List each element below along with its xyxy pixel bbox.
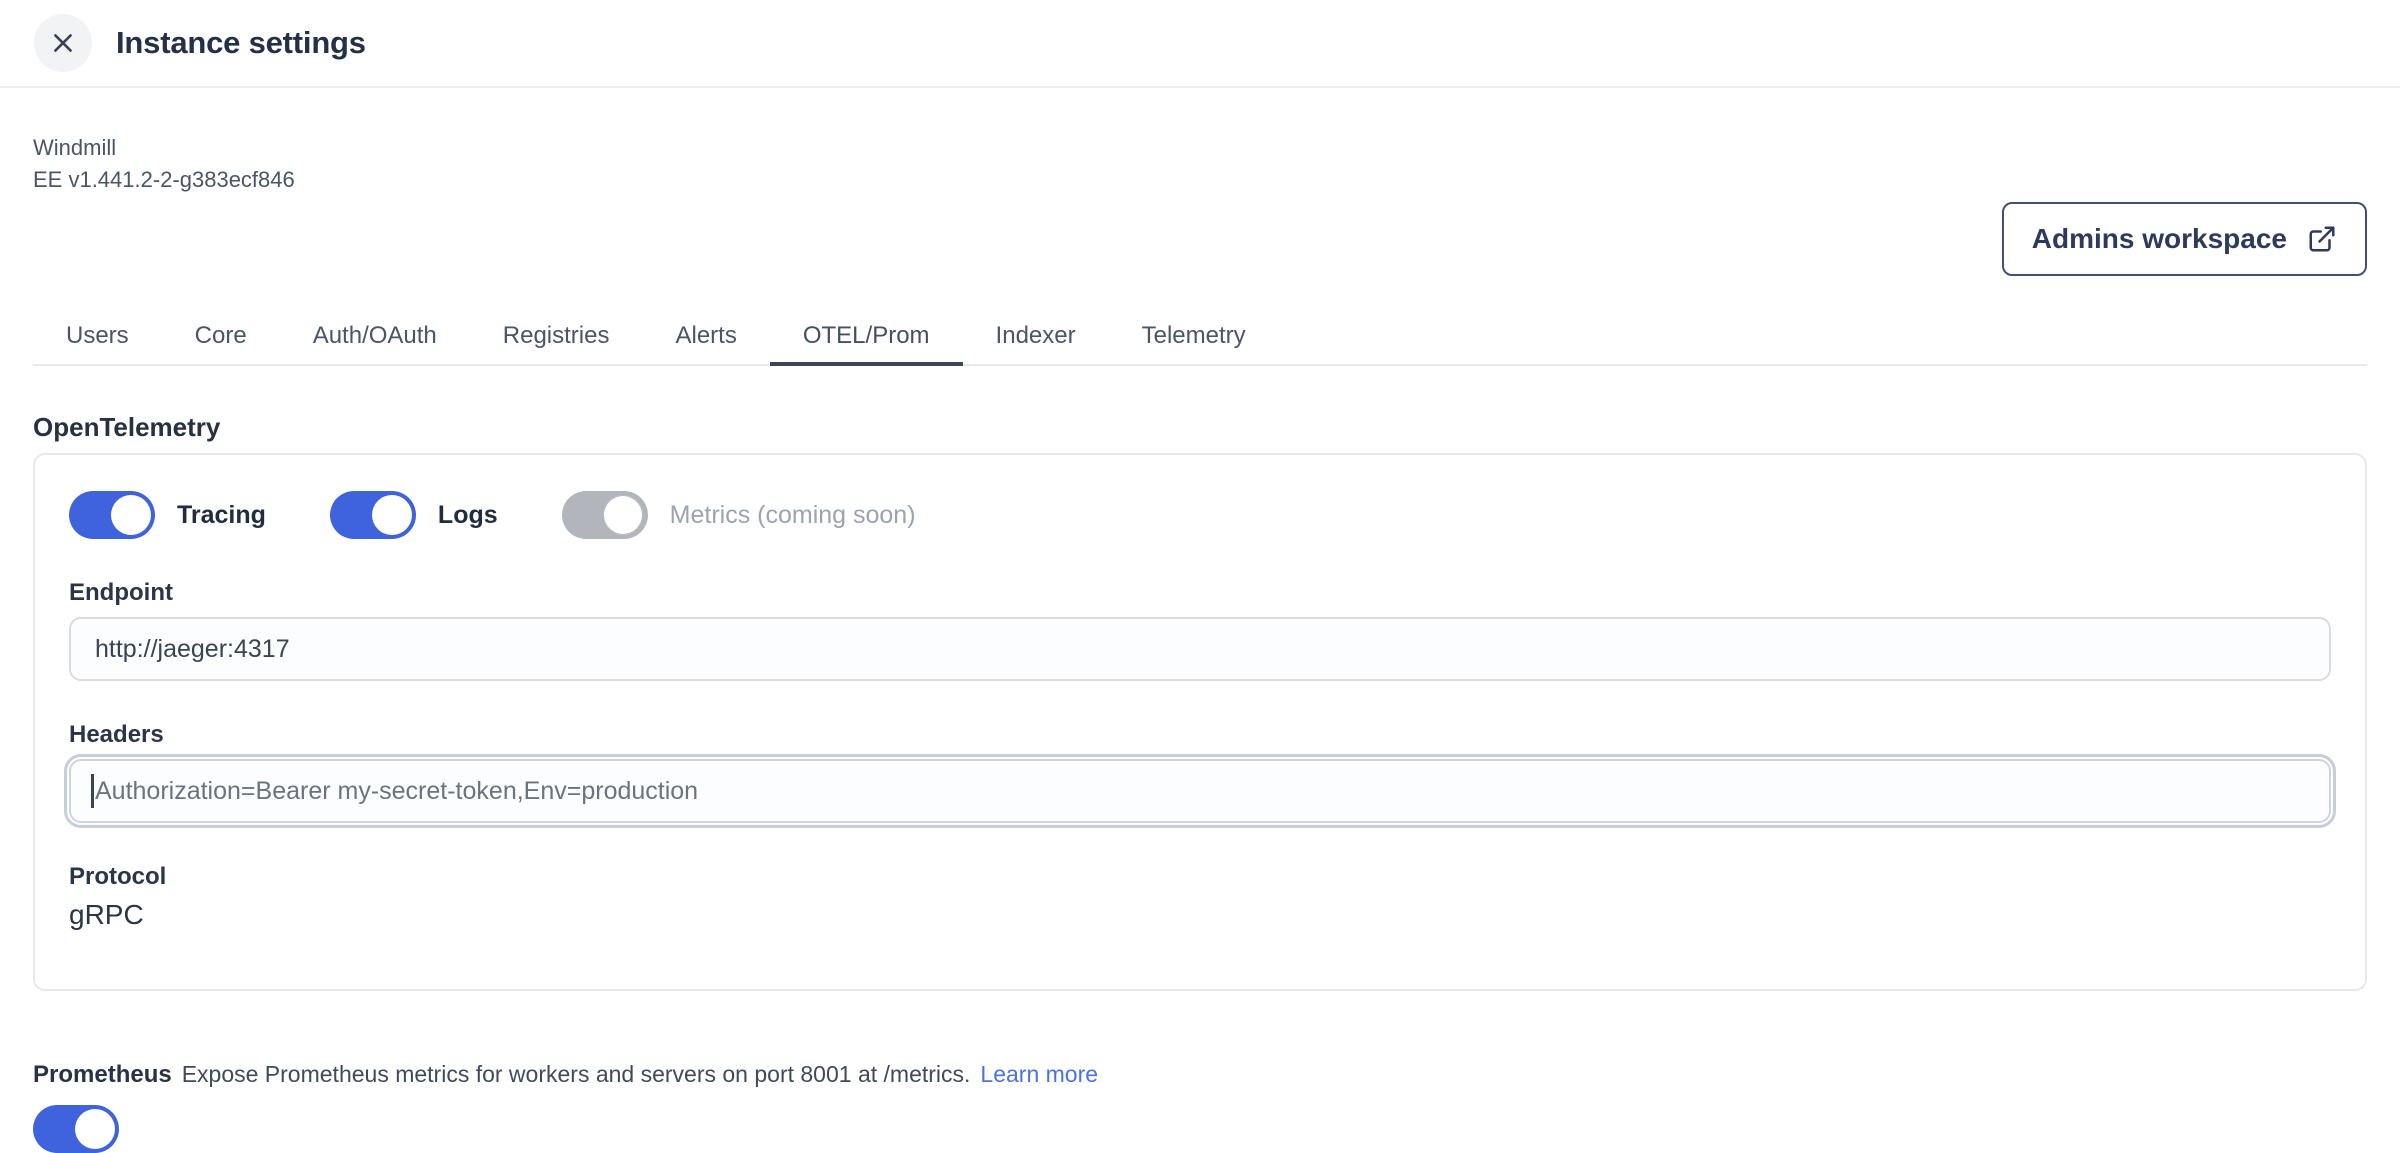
tracing-toggle-group: Tracing — [69, 491, 266, 539]
tracing-toggle[interactable] — [69, 491, 155, 539]
admins-workspace-label: Admins workspace — [2032, 223, 2287, 255]
prometheus-description: Expose Prometheus metrics for workers an… — [182, 1061, 971, 1088]
protocol-label: Protocol — [69, 863, 2331, 891]
toggle-knob — [75, 1109, 115, 1149]
endpoint-label: Endpoint — [69, 579, 2331, 607]
protocol-value: gRPC — [69, 899, 2331, 931]
logs-toggle-group: Logs — [330, 491, 498, 539]
tab-telemetry[interactable]: Telemetry — [1109, 310, 1279, 366]
settings-tabs: Users Core Auth/OAuth Registries Alerts … — [33, 310, 2367, 366]
headers-input[interactable] — [69, 759, 2331, 823]
app-version: EE v1.441.2-2-g383ecf846 — [33, 164, 2367, 196]
logs-toggle[interactable] — [330, 491, 416, 539]
close-button[interactable] — [34, 14, 92, 72]
prometheus-heading: Prometheus — [33, 1061, 172, 1089]
tab-indexer[interactable]: Indexer — [963, 310, 1109, 366]
metrics-toggle-label: Metrics (coming soon) — [670, 501, 916, 530]
metrics-toggle-group: Metrics (coming soon) — [562, 491, 916, 539]
tracing-toggle-label: Tracing — [177, 501, 266, 530]
prometheus-section: Prometheus Expose Prometheus metrics for… — [33, 1061, 2367, 1089]
prometheus-toggle[interactable] — [33, 1105, 119, 1153]
metrics-toggle — [562, 491, 648, 539]
header-bar: Instance settings — [0, 0, 2400, 88]
opentelemetry-heading: OpenTelemetry — [33, 412, 2367, 443]
tab-core[interactable]: Core — [162, 310, 280, 366]
admins-workspace-button[interactable]: Admins workspace — [2002, 202, 2367, 276]
headers-label: Headers — [69, 721, 2331, 749]
tab-users[interactable]: Users — [33, 310, 162, 366]
toggle-knob — [111, 495, 151, 535]
external-link-icon — [2307, 224, 2337, 254]
tab-registries[interactable]: Registries — [470, 310, 643, 366]
endpoint-input[interactable] — [69, 617, 2331, 681]
text-cursor — [91, 774, 94, 808]
app-version-block: Windmill EE v1.441.2-2-g383ecf846 — [33, 132, 2367, 196]
close-icon — [50, 30, 76, 56]
toggle-knob — [372, 495, 412, 535]
learn-more-link[interactable]: Learn more — [980, 1061, 1098, 1088]
tab-alerts[interactable]: Alerts — [642, 310, 769, 366]
logs-toggle-label: Logs — [438, 501, 498, 530]
opentelemetry-card: Tracing Logs Metrics (coming soon) Endpo… — [33, 453, 2367, 991]
tab-otel-prom[interactable]: OTEL/Prom — [770, 310, 963, 366]
page-title: Instance settings — [116, 25, 366, 61]
tab-auth-oauth[interactable]: Auth/OAuth — [280, 310, 470, 366]
toggle-knob — [603, 495, 643, 535]
app-name: Windmill — [33, 132, 2367, 164]
